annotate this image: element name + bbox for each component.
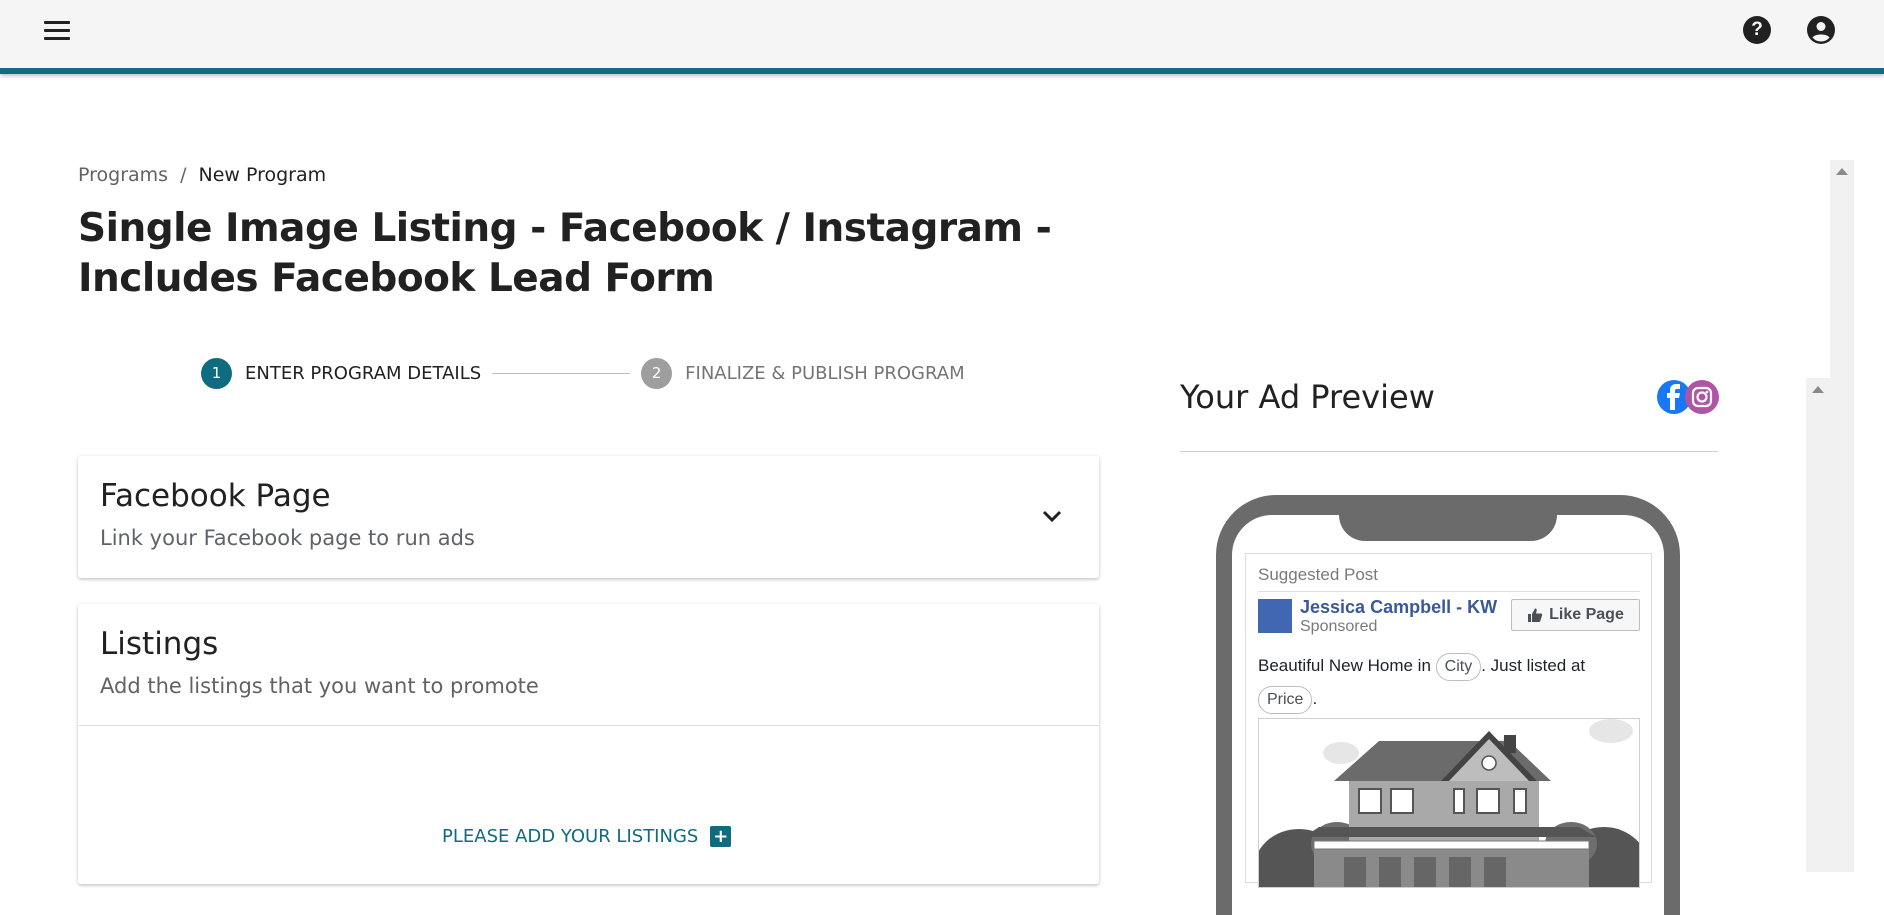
hamburger-menu-icon[interactable] [40,16,74,44]
post-text-start: Beautiful New Home in [1258,656,1431,675]
listings-divider [78,725,1099,726]
step-1-label: ENTER PROGRAM DETAILS [245,362,482,384]
app-bar: ? [0,0,1884,74]
platform-icons [1657,380,1719,414]
add-listings-button[interactable]: PLEASE ADD YOUR LISTINGS + [442,826,732,847]
like-page-button[interactable]: Like Page [1511,599,1640,631]
preview-scrollbar[interactable] [1806,378,1830,872]
listings-subtitle: Add the listings that you want to promot… [100,674,539,698]
breadcrumb-programs-link[interactable]: Programs [78,164,168,186]
suggested-post-label: Suggested Post [1258,565,1379,584]
account-circle-icon[interactable] [1807,16,1835,44]
scroll-up-icon[interactable] [1836,168,1848,175]
listings-title: Listings [100,626,219,662]
step-1-number: 1 [201,357,232,389]
step-connector [492,372,631,374]
phone-notch [1339,505,1557,541]
breadcrumb-separator: / [180,164,187,186]
post-text: Beautiful New Home in City. Just listed … [1258,649,1653,715]
ad-preview-title: Your Ad Preview [1180,378,1435,416]
plus-box-icon: + [710,826,732,847]
city-placeholder-pill: City [1435,652,1482,681]
post-text-end: . [1312,689,1318,708]
listing-image [1258,718,1640,888]
page-avatar [1258,599,1292,633]
facebook-page-title: Facebook Page [100,478,331,514]
preview-divider [1180,451,1718,452]
instagram-icon [1685,380,1719,414]
page-title: Single Image Listing - Facebook / Instag… [78,206,1052,301]
page-name: Jessica Campbell - KW [1300,597,1498,617]
facebook-page-subtitle: Link your Facebook page to run ads [100,526,475,550]
post-text-middle: . Just listed at [1481,656,1586,675]
listings-card: Listings Add the listings that you want … [78,604,1099,884]
breadcrumb-current: New Program [198,164,327,186]
breadcrumb: Programs / New Program [78,164,326,186]
scroll-up-icon[interactable] [1812,386,1824,393]
thumbs-up-icon [1528,608,1543,622]
house-illustration [1259,719,1639,887]
price-placeholder-pill: Price [1258,685,1313,714]
like-page-label: Like Page [1549,606,1624,623]
post-divider [1258,591,1640,592]
help-circle-icon[interactable]: ? [1743,16,1771,44]
step-2-number: 2 [641,357,673,389]
chevron-down-icon[interactable] [1041,508,1063,524]
add-listings-label: PLEASE ADD YOUR LISTINGS [442,826,699,847]
sponsored-label: Sponsored [1300,618,1378,635]
stepper: 1 ENTER PROGRAM DETAILS 2 FINALIZE & PUB… [201,357,965,389]
facebook-page-card[interactable]: Facebook Page Link your Facebook page to… [78,456,1099,578]
facebook-post-preview: Suggested Post Jessica Campbell - KW Spo… [1245,553,1653,888]
step-2-label: FINALIZE & PUBLISH PROGRAM [685,362,965,384]
page-scrollbar[interactable] [1830,160,1854,872]
